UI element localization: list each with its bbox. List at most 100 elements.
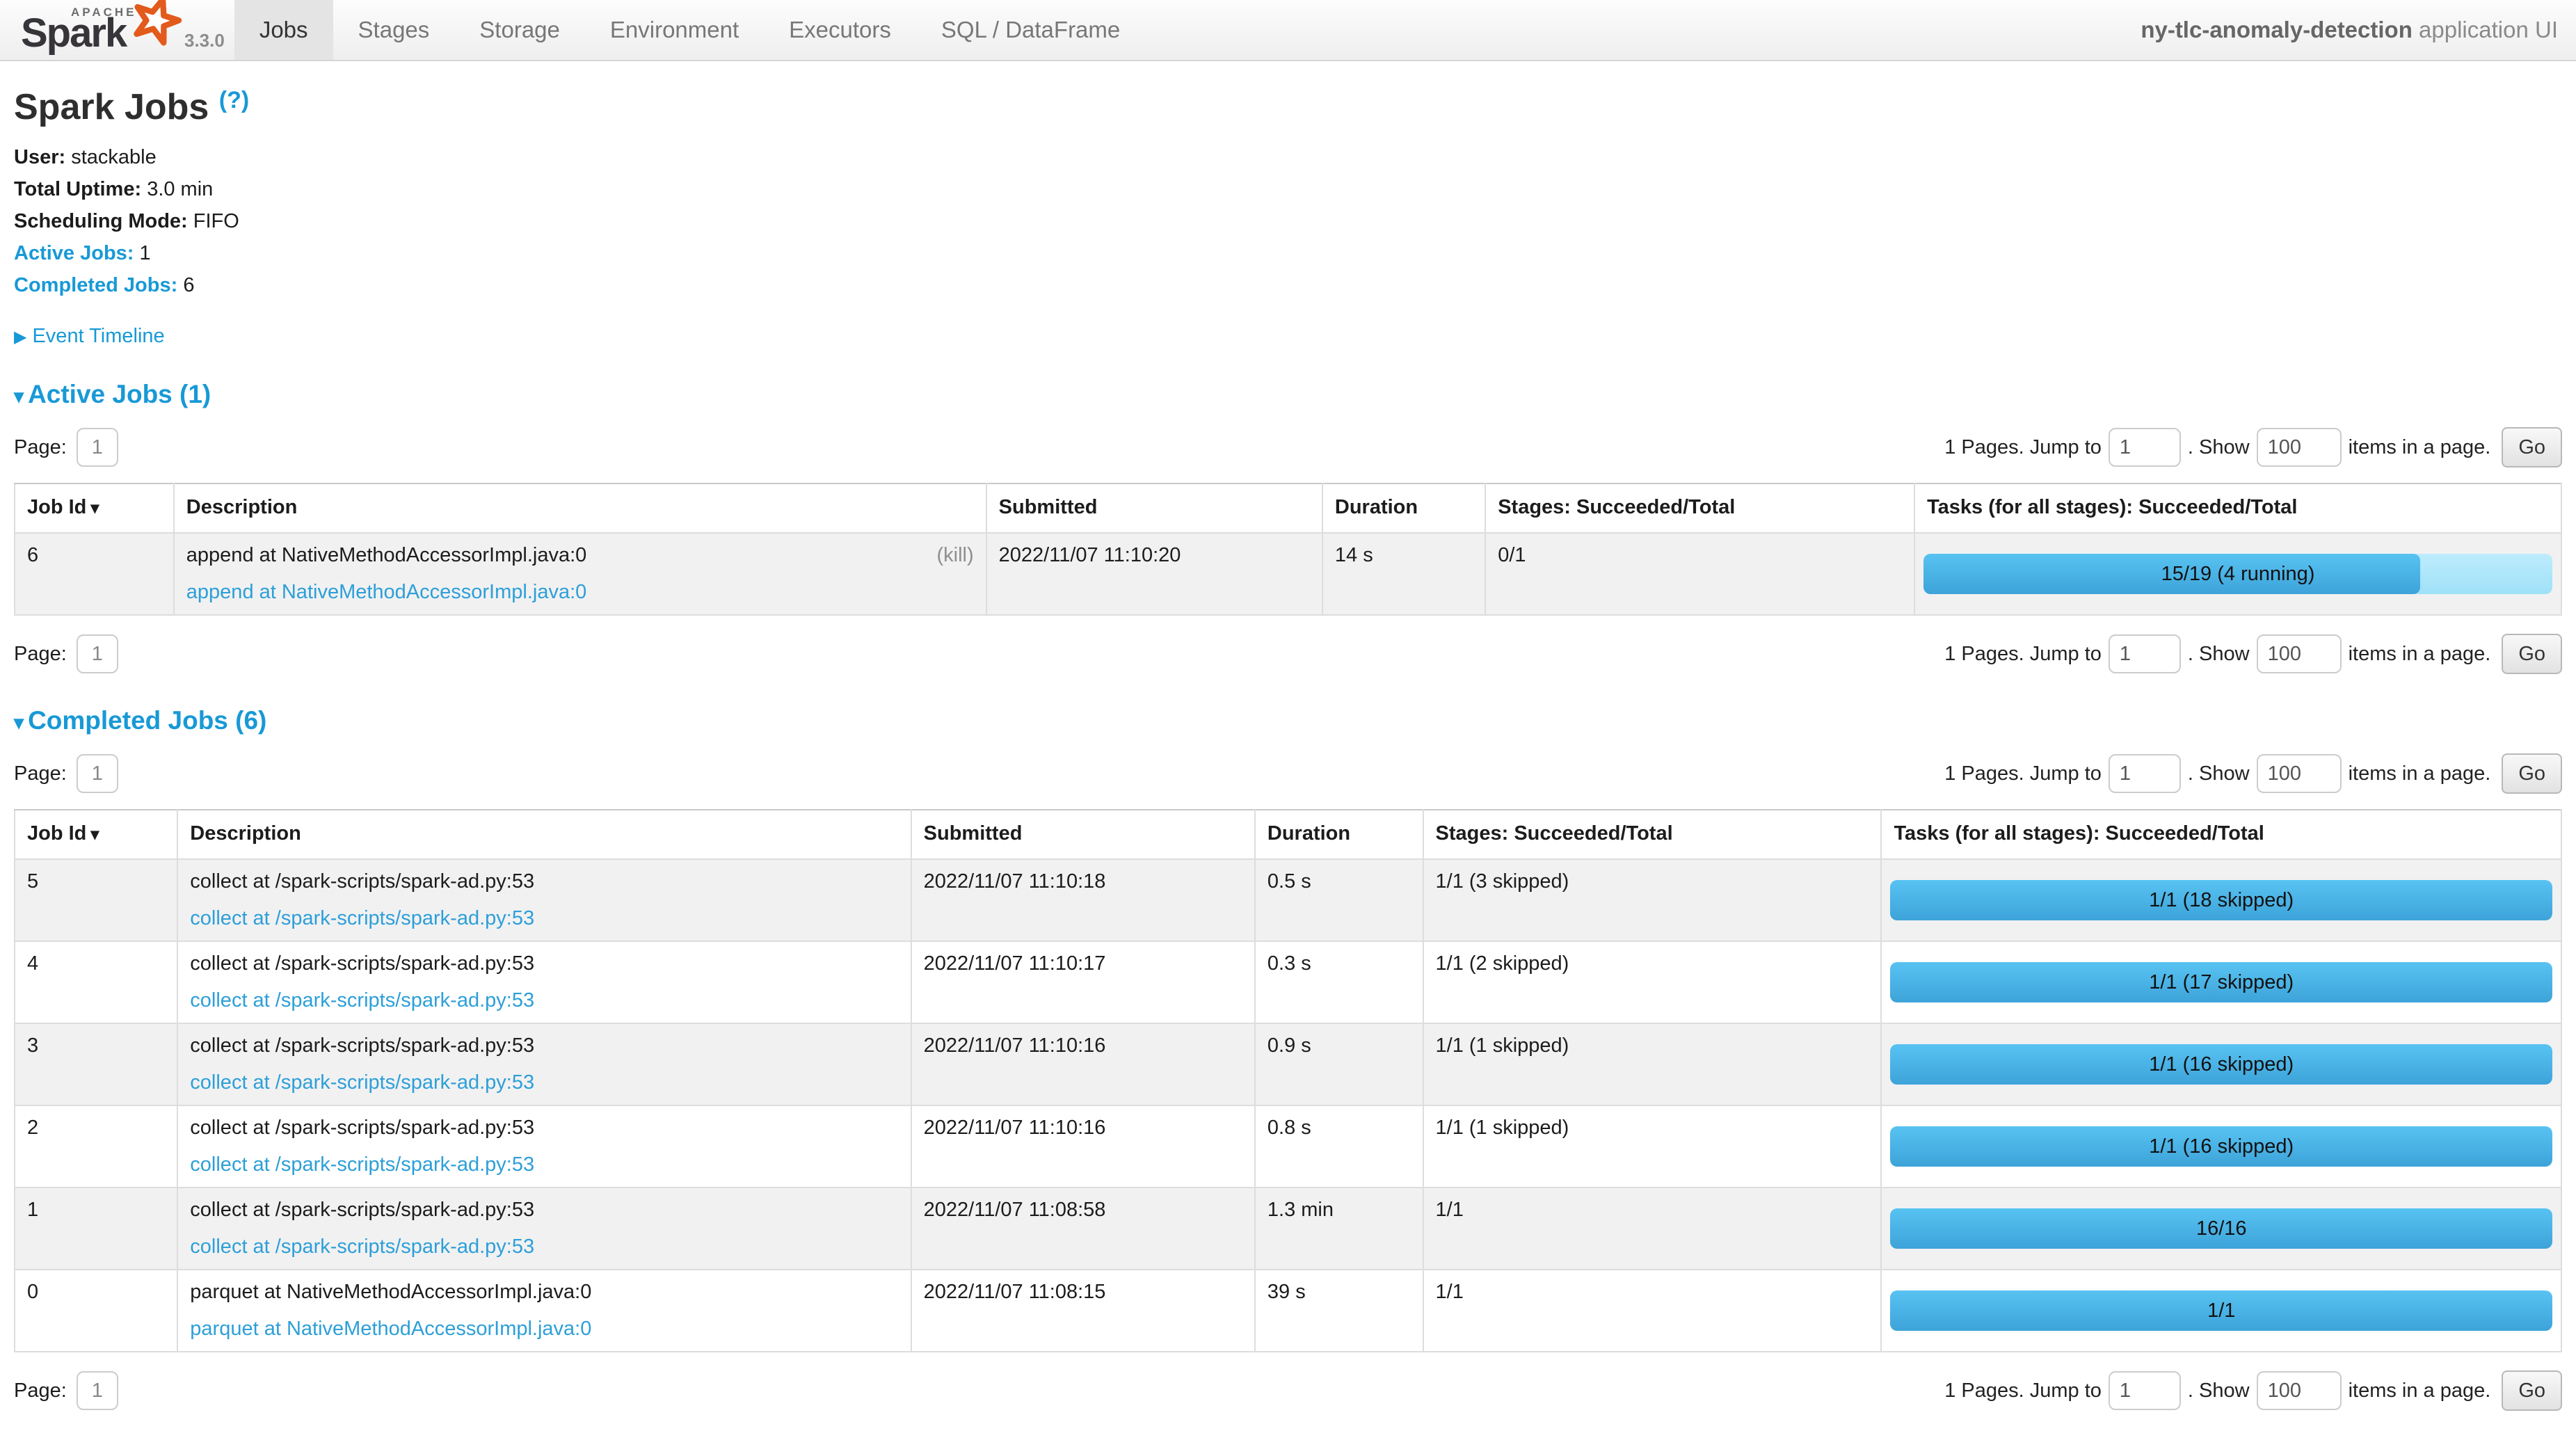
- tab-sql-dataframe[interactable]: SQL / DataFrame: [916, 0, 1145, 60]
- pages-count-text: 1 Pages. Jump to: [1944, 643, 2102, 666]
- job-detail-link[interactable]: collect at /spark-scripts/spark-ad.py:53: [190, 1071, 898, 1094]
- tasks-progress-bar: 15/19 (4 running): [1923, 554, 2552, 594]
- application-name: ny-tlc-anomaly-detection application UI: [2141, 0, 2576, 60]
- page-number-input[interactable]: [77, 1371, 118, 1410]
- job-summary: User: stackable Total Uptime: 3.0 min Sc…: [14, 146, 2562, 297]
- duration-cell: 0.8 s: [1255, 1105, 1423, 1188]
- page-label: Page:: [14, 643, 67, 666]
- tab-storage[interactable]: Storage: [454, 0, 585, 60]
- column-header-job-id[interactable]: Job Id▾: [15, 483, 174, 533]
- active-jobs-link[interactable]: Active Jobs:: [14, 242, 134, 264]
- tasks-progress-cell: 1/1 (16 skipped): [1881, 1023, 2561, 1105]
- job-detail-link[interactable]: collect at /spark-scripts/spark-ad.py:53: [190, 989, 898, 1012]
- tasks-progress-bar: 1/1: [1890, 1290, 2552, 1331]
- submitted-cell: 2022/11/07 11:08:58: [911, 1188, 1255, 1270]
- duration-cell: 0.5 s: [1255, 859, 1423, 941]
- show-text: . Show: [2188, 643, 2250, 666]
- pages-count-text: 1 Pages. Jump to: [1944, 762, 2102, 785]
- tab-jobs[interactable]: Jobs: [234, 0, 333, 60]
- progress-label: 1/1: [1890, 1290, 2552, 1331]
- items-per-page-input[interactable]: [2257, 634, 2342, 673]
- stages-cell: 1/1 (1 skipped): [1423, 1105, 1882, 1188]
- progress-label: 1/1 (16 skipped): [1890, 1044, 2552, 1085]
- go-button[interactable]: Go: [2502, 634, 2562, 674]
- items-per-page-input[interactable]: [2257, 428, 2342, 467]
- completed-table-header-row: Job Id▾ Description Submitted Duration S…: [15, 810, 2561, 859]
- job-detail-link[interactable]: collect at /spark-scripts/spark-ad.py:53: [190, 1153, 898, 1176]
- pages-count-text: 1 Pages. Jump to: [1944, 1380, 2102, 1402]
- top-navbar: APACHE Spark 3.3.0 Jobs Stages Storage E…: [0, 0, 2576, 61]
- active-table-header-row: Job Id▾ Description Submitted Duration S…: [15, 483, 2561, 533]
- tab-executors[interactable]: Executors: [764, 0, 916, 60]
- completed-jobs-heading[interactable]: ▾Completed Jobs (6): [14, 706, 2562, 735]
- column-header-description[interactable]: Description: [174, 483, 986, 533]
- progress-label: 1/1 (16 skipped): [1890, 1126, 2552, 1167]
- items-per-page-input[interactable]: [2257, 1371, 2342, 1410]
- job-id-cell: 1: [15, 1188, 177, 1270]
- jump-to-page-input[interactable]: [2109, 634, 2181, 673]
- description-cell: collect at /spark-scripts/spark-ad.py:53…: [177, 1188, 911, 1270]
- submitted-cell: 2022/11/07 11:10:16: [911, 1105, 1255, 1188]
- job-id-cell: 2: [15, 1105, 177, 1188]
- column-header-tasks[interactable]: Tasks (for all stages): Succeeded/Total: [1881, 810, 2561, 859]
- kill-link[interactable]: (kill): [936, 544, 973, 567]
- items-text: items in a page.: [2349, 436, 2491, 459]
- jump-to-page-input[interactable]: [2109, 1371, 2181, 1410]
- column-header-submitted[interactable]: Submitted: [986, 483, 1322, 533]
- job-detail-link[interactable]: collect at /spark-scripts/spark-ad.py:53: [190, 907, 898, 930]
- column-header-job-id[interactable]: Job Id▾: [15, 810, 177, 859]
- go-button[interactable]: Go: [2502, 427, 2562, 467]
- application-name-strong: ny-tlc-anomaly-detection: [2141, 17, 2413, 43]
- application-name-suffix: application UI: [2413, 17, 2558, 43]
- description-cell: collect at /spark-scripts/spark-ad.py:53…: [177, 1023, 911, 1105]
- go-button[interactable]: Go: [2502, 753, 2562, 794]
- event-timeline-toggle[interactable]: ▶Event Timeline: [14, 325, 2562, 348]
- column-header-submitted[interactable]: Submitted: [911, 810, 1255, 859]
- job-detail-link[interactable]: collect at /spark-scripts/spark-ad.py:53: [190, 1236, 898, 1258]
- column-header-duration[interactable]: Duration: [1322, 483, 1485, 533]
- summary-user: User: stackable: [14, 146, 2562, 169]
- tasks-progress-bar: 16/16: [1890, 1208, 2552, 1249]
- column-header-tasks[interactable]: Tasks (for all stages): Succeeded/Total: [1914, 483, 2561, 533]
- description-cell: collect at /spark-scripts/spark-ad.py:53…: [177, 859, 911, 941]
- description-cell: (kill) append at NativeMethodAccessorImpl…: [174, 533, 986, 615]
- stages-cell: 1/1 (3 skipped): [1423, 859, 1882, 941]
- stages-cell: 1/1: [1423, 1188, 1882, 1270]
- go-button[interactable]: Go: [2502, 1370, 2562, 1411]
- completed-jobs-pager-bottom: Page: 1 Pages. Jump to . Show items in a…: [14, 1370, 2562, 1411]
- jump-to-page-input[interactable]: [2109, 754, 2181, 793]
- column-header-duration[interactable]: Duration: [1255, 810, 1423, 859]
- page-number-input[interactable]: [77, 634, 118, 673]
- tab-environment[interactable]: Environment: [585, 0, 764, 60]
- page-number-input[interactable]: [77, 754, 118, 793]
- sort-desc-icon: ▾: [90, 825, 99, 844]
- job-detail-link[interactable]: parquet at NativeMethodAccessorImpl.java…: [190, 1318, 898, 1341]
- column-header-stages[interactable]: Stages: Succeeded/Total: [1485, 483, 1914, 533]
- submitted-cell: 2022/11/07 11:10:18: [911, 859, 1255, 941]
- pages-count-text: 1 Pages. Jump to: [1944, 436, 2102, 459]
- items-text: items in a page.: [2349, 762, 2491, 785]
- stages-cell: 1/1 (2 skipped): [1423, 941, 1882, 1023]
- expanded-arrow-icon: ▾: [14, 712, 24, 733]
- active-jobs-pager-bottom: Page: 1 Pages. Jump to . Show items in a…: [14, 634, 2562, 674]
- progress-label: 1/1 (17 skipped): [1890, 962, 2552, 1002]
- active-jobs-pager-top: Page: 1 Pages. Jump to . Show items in a…: [14, 427, 2562, 467]
- completed-jobs-pager-top: Page: 1 Pages. Jump to . Show items in a…: [14, 753, 2562, 794]
- completed-jobs-link[interactable]: Completed Jobs:: [14, 274, 177, 296]
- job-detail-link[interactable]: append at NativeMethodAccessorImpl.java:…: [186, 581, 974, 604]
- page-number-input[interactable]: [77, 428, 118, 467]
- duration-cell: 39 s: [1255, 1270, 1423, 1352]
- column-header-description[interactable]: Description: [177, 810, 911, 859]
- summary-completed-jobs: Completed Jobs: 6: [14, 274, 2562, 297]
- jump-to-page-input[interactable]: [2109, 428, 2181, 467]
- submitted-cell: 2022/11/07 11:10:17: [911, 941, 1255, 1023]
- active-jobs-heading[interactable]: ▾Active Jobs (1): [14, 380, 2562, 409]
- tab-stages[interactable]: Stages: [333, 0, 455, 60]
- items-per-page-input[interactable]: [2257, 754, 2342, 793]
- page-label: Page:: [14, 762, 67, 785]
- submitted-cell: 2022/11/07 11:08:15: [911, 1270, 1255, 1352]
- column-header-stages[interactable]: Stages: Succeeded/Total: [1423, 810, 1882, 859]
- table-row-job-5: 5 collect at /spark-scripts/spark-ad.py:…: [15, 859, 2561, 941]
- spark-logo-text: Spark: [21, 10, 126, 56]
- help-link[interactable]: (?): [219, 87, 249, 113]
